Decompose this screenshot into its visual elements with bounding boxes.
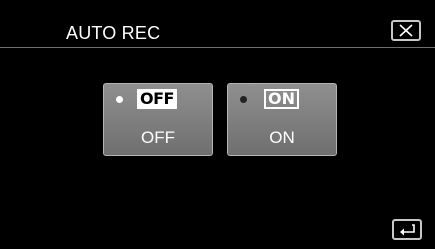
page-title: AUTO REC: [66, 23, 161, 43]
header: AUTO REC: [0, 0, 435, 47]
on-badge: ON: [264, 89, 299, 109]
close-icon: [399, 24, 413, 37]
off-badge: OFF: [137, 89, 177, 109]
selected-indicator: [116, 96, 123, 103]
on-label: ON: [269, 128, 295, 147]
close-button[interactable]: [391, 20, 421, 41]
unselected-indicator: [240, 96, 247, 103]
off-label: OFF: [141, 128, 175, 147]
return-arrow-icon: [400, 224, 415, 236]
off-option-button[interactable]: OFF OFF: [103, 83, 213, 156]
return-button[interactable]: [392, 219, 422, 240]
on-option-button[interactable]: ON ON: [227, 83, 337, 156]
header-divider: [0, 47, 435, 48]
